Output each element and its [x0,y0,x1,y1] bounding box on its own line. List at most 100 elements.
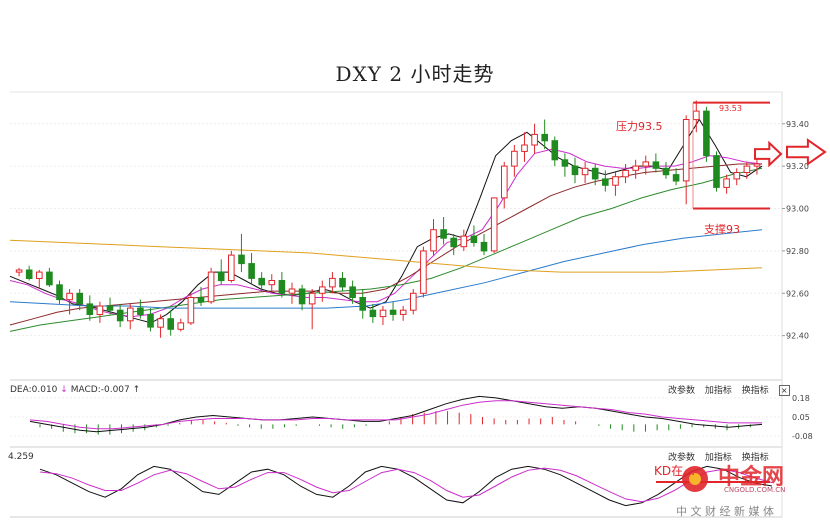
candle-body [460,235,468,248]
candle-body [693,110,700,121]
candle-body [25,269,33,279]
candle-body [682,119,690,182]
y-tick-label: 93.20 [786,162,809,171]
candle-body [733,172,741,180]
candle-body [743,165,751,174]
y-tick-label: 92.40 [786,332,809,341]
candle-body [359,297,366,311]
candle-body [157,318,164,328]
candle-body [470,235,478,244]
candle-body [632,165,640,171]
chart-stage: DXY 2 小时走势 93.40 93.20 93.00 92.80 92.60 92.4… [0,0,830,528]
candle-body [76,292,84,305]
candle-body [571,165,579,176]
macd-dea-line [29,400,762,430]
resistance-label: 压力93.5 [616,120,663,133]
candle-body [298,288,306,305]
kdj-label: 4.259 [8,452,34,462]
candle-body [723,178,730,188]
candle-body [127,307,134,322]
candle-body [197,297,205,303]
candle-body [652,161,660,169]
candle-body [147,313,154,328]
candle-body [703,110,710,157]
candle-body [399,309,407,315]
candle-body [561,159,569,167]
macd-y-tick-label: 0.05 [792,413,810,422]
change-params-button[interactable]: 改参数 [668,386,695,396]
macd-toolbar: 改参数 加指标 换指标 × [668,383,797,396]
macd-y-tick-label: -0.08 [792,432,813,441]
candle-body [490,197,498,252]
candle-body [106,305,114,311]
moving-average-line [9,148,763,318]
candle-body [238,254,245,265]
candle-body [66,292,73,301]
candle-body [420,250,427,294]
candle-body [177,322,185,330]
candle-body [501,165,508,199]
candle-body [551,140,559,161]
watermark-domain: CNGOLD.COM.CN [724,486,786,494]
candle-body [167,318,174,330]
candle-body [410,292,417,311]
candle-body [602,178,609,186]
candle-body [207,271,215,303]
add-indicator-button[interactable]: 加指标 [705,386,732,396]
macd-down-arrow-icon: ↓ [60,385,68,395]
macd-up-arrow-icon: ↑ [132,385,141,395]
macd-value-label: MACD:-0.007 [70,385,130,395]
candle-body [591,167,599,180]
right-arrow-icon [754,140,783,168]
candle-body [662,167,670,176]
moving-average-line [9,229,763,309]
candle-body [531,133,538,146]
candle-body [480,241,488,252]
candle-body [672,174,680,182]
candle-body [713,155,720,188]
candle-body [642,161,650,167]
candle-body [521,144,528,152]
moving-average-line [9,118,763,324]
candle-body [440,229,447,239]
watermark-slogan: 中 文 财 经 新 媒 体 [676,505,774,518]
candle-body [116,309,124,322]
candle-body [612,176,619,186]
candle-body [339,277,346,288]
candle-body [268,280,276,286]
candle-body [581,167,589,176]
candle-body [56,284,63,301]
macd-dea-label: DEA:0.010 [10,385,58,395]
candle-body [46,271,53,286]
candle-body [228,254,235,282]
candle-body [258,277,265,286]
resistance-price-label: 93.53 [719,104,742,113]
candle-body [86,303,94,315]
close-indicator-button[interactable]: × [778,385,790,396]
candle-body [288,288,296,294]
y-tick-label: 92.60 [786,289,809,298]
candle-body [753,163,761,167]
candle-body [319,286,326,294]
candle-body [349,286,356,298]
candle-body [15,269,23,273]
kd-annotation: KD在… [654,464,696,478]
candle-body [308,292,316,305]
candle-body [450,237,457,248]
y-tick-label: 93.00 [786,205,809,214]
candle-body [622,169,629,178]
candle-body [379,309,387,318]
candle-body [248,263,255,279]
candle-body [137,307,144,316]
candle-body [541,133,549,142]
moving-average-line [9,239,763,273]
support-label: 支撑93 [704,223,740,236]
y-tick-label: 93.40 [786,120,809,129]
switch-indicator-button[interactable]: 换指标 [742,386,769,396]
candle-body [369,309,377,318]
macd-label: DEA:0.010 ↓ MACD:-0.007 ↑ [10,385,140,395]
y-tick-label: 92.80 [786,247,809,256]
candle-body [217,271,225,282]
candle-body [389,309,397,315]
chart-canvas: 93.4093.2093.0092.8092.6092.400.180.05-0… [9,91,827,518]
